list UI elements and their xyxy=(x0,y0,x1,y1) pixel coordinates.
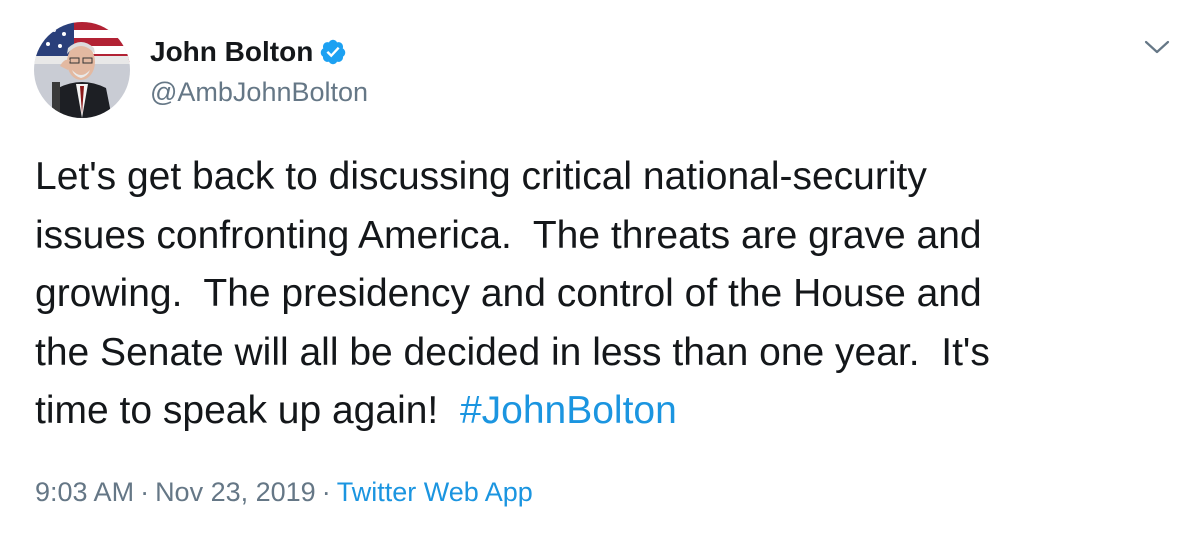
author-name-row: John Bolton xyxy=(150,32,347,72)
author-name[interactable]: John Bolton xyxy=(150,34,313,70)
author-handle[interactable]: @AmbJohnBolton xyxy=(150,75,368,109)
tweet-source-link[interactable]: Twitter Web App xyxy=(337,477,533,507)
chevron-down-icon[interactable] xyxy=(1140,34,1174,60)
tweet-line: issues confronting America. The threats … xyxy=(35,213,982,257)
hashtag-link[interactable]: #JohnBolton xyxy=(460,389,677,432)
tweet-line: Let's get back to discussing critical na… xyxy=(35,155,927,198)
tweet-line: time to speak up again! xyxy=(35,389,460,432)
verified-badge-icon xyxy=(319,38,347,66)
tweet-date[interactable]: Nov 23, 2019 xyxy=(155,477,316,507)
tweet-time[interactable]: 9:03 AM xyxy=(35,477,134,507)
tweet-card: John Bolton @AmbJohnBolton Let's get bac… xyxy=(0,0,1200,539)
avatar[interactable] xyxy=(34,22,130,118)
tweet-text: Let's get back to discussing critical na… xyxy=(35,148,1155,441)
tweet-line: growing. The presidency and control of t… xyxy=(35,272,982,315)
tweet-metadata: 9:03 AM · Nov 23, 2019 · Twitter Web App xyxy=(35,474,533,510)
tweet-line: the Senate will all be decided in less t… xyxy=(35,330,990,374)
avatar-image xyxy=(34,22,130,118)
meta-separator: · xyxy=(140,477,150,507)
meta-separator: · xyxy=(321,477,331,507)
